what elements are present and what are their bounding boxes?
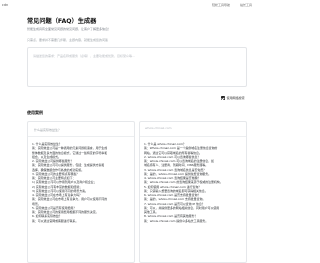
requirements-placeholder: 请描述您的需求：产品名称或服务（必填）、主要功能或优势，目标受众等... (33, 54, 135, 58)
example-card-left-answer: 1. 什么是实际效益生？ 答：实际效益公司是一种通用的元素问题和语言，用于生成 整体… (32, 142, 132, 223)
page-subtitle: 智能生成具有全面常见问题的常见问题，让客户了解更多信息！ (27, 27, 112, 31)
top-bar: cdn 轻松工具导航 站长工具 (0, 0, 258, 12)
web-search-label: 使用网络搜索 (226, 96, 245, 100)
example-card-right[interactable]: whois.chinaz.com 1. 什么是 whois.chinaz.com… (139, 121, 247, 263)
faq-left-line: 答：可以通过官网或客服进行联系。 (32, 218, 79, 223)
nav-link-tools[interactable]: 轻松工具导航 (212, 3, 230, 7)
requirements-input[interactable]: 请描述您的需求：产品名称或服务（必填）、主要功能或优势，目标受众等... (27, 47, 247, 87)
faq-right-line: 答：whois.chinaz.com 提供众多站长工具服务。 (144, 218, 209, 223)
example-section-label: 使用案例 (27, 110, 43, 115)
nav-link-webmaster[interactable]: 站长工具 (240, 3, 252, 7)
brand-logo[interactable]: cdn (2, 3, 8, 7)
top-nav: 轻松工具导航 站长工具 (212, 3, 252, 7)
web-search-toggle[interactable]: 使用网络搜索 (221, 96, 245, 100)
example-card-right-query: whois.chinaz.com (145, 126, 172, 130)
divider (28, 136, 134, 137)
page-description: 只需点，要求并不需要几步骤，主题内容，就能生成您的问答 (27, 38, 109, 42)
page-title: 常见问题（FAQ）生成器 (27, 18, 97, 25)
example-card-left-query: 什么是实际效益生？ (34, 128, 62, 132)
divider (140, 136, 246, 137)
checkbox-checked-icon[interactable] (221, 96, 225, 100)
example-card-left[interactable]: 什么是实际效益生？ 1. 什么是实际效益生？ 答：实际效益公司是一种通用的元素问题… (27, 121, 135, 263)
example-card-right-answer: 1. 什么是 whois.chinaz.com？ 答：Whois.chinaz.c… (144, 142, 244, 223)
